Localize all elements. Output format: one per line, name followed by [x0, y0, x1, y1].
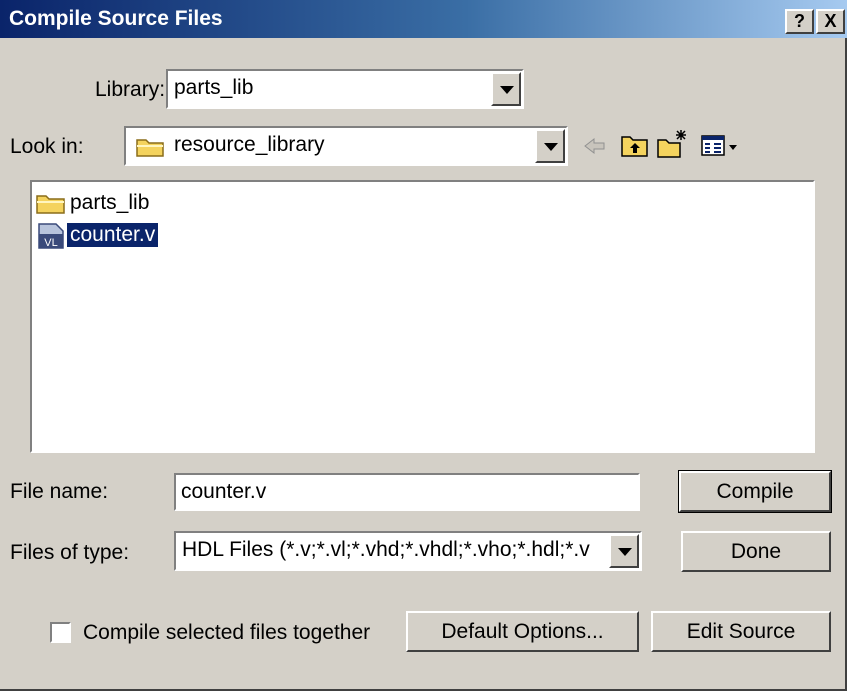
library-label: Library:: [95, 78, 166, 101]
file-name: parts_lib: [70, 191, 150, 214]
help-button[interactable]: ?: [785, 9, 814, 34]
look-in-label: Look in:: [10, 135, 84, 158]
folder-icon: [36, 195, 65, 214]
look-in-dropdown-button[interactable]: [535, 129, 565, 163]
folder-icon: [136, 139, 164, 157]
title-bar[interactable]: Compile Source Files ? X: [0, 0, 847, 38]
file-name-field[interactable]: [174, 473, 640, 511]
default-options-button[interactable]: Default Options...: [406, 611, 639, 652]
files-of-type-dropdown-button[interactable]: [609, 534, 639, 568]
verilog-file-icon: VL: [38, 223, 64, 249]
dialog-title: Compile Source Files: [9, 7, 223, 30]
files-of-type-select[interactable]: HDL Files (*.v;*.vl;*.vhd;*.vhdl;*.vho;*…: [174, 531, 642, 571]
files-of-type-label: Files of type:: [10, 541, 130, 564]
file-name-label: File name:: [10, 480, 109, 503]
library-value: parts_lib: [174, 76, 254, 99]
verilog-file-icon-text: VL: [44, 237, 57, 249]
compile-source-files-dialog: Compile Source Files ? X Library: parts_…: [0, 0, 847, 691]
compile-button[interactable]: Compile: [678, 470, 832, 513]
up-folder-icon[interactable]: [620, 131, 650, 159]
edit-source-button[interactable]: Edit Source: [651, 611, 831, 652]
library-select[interactable]: parts_lib: [166, 69, 524, 109]
compile-together-label: Compile selected files together: [83, 621, 371, 644]
file-list[interactable]: parts_lib VL counter.v: [30, 180, 815, 453]
new-folder-icon[interactable]: [656, 128, 690, 160]
look-in-value: resource_library: [174, 133, 325, 156]
files-of-type-value: HDL Files (*.v;*.vl;*.vhd;*.vhdl;*.vho;*…: [182, 538, 590, 561]
look-in-select[interactable]: resource_library: [124, 126, 568, 166]
view-menu-icon[interactable]: [700, 134, 740, 158]
compile-together-checkbox[interactable]: [50, 622, 71, 643]
file-name: counter.v: [67, 223, 159, 247]
close-button[interactable]: X: [816, 9, 845, 34]
library-dropdown-button[interactable]: [491, 72, 521, 106]
done-button[interactable]: Done: [681, 531, 831, 572]
back-arrow-icon[interactable]: [583, 136, 607, 156]
